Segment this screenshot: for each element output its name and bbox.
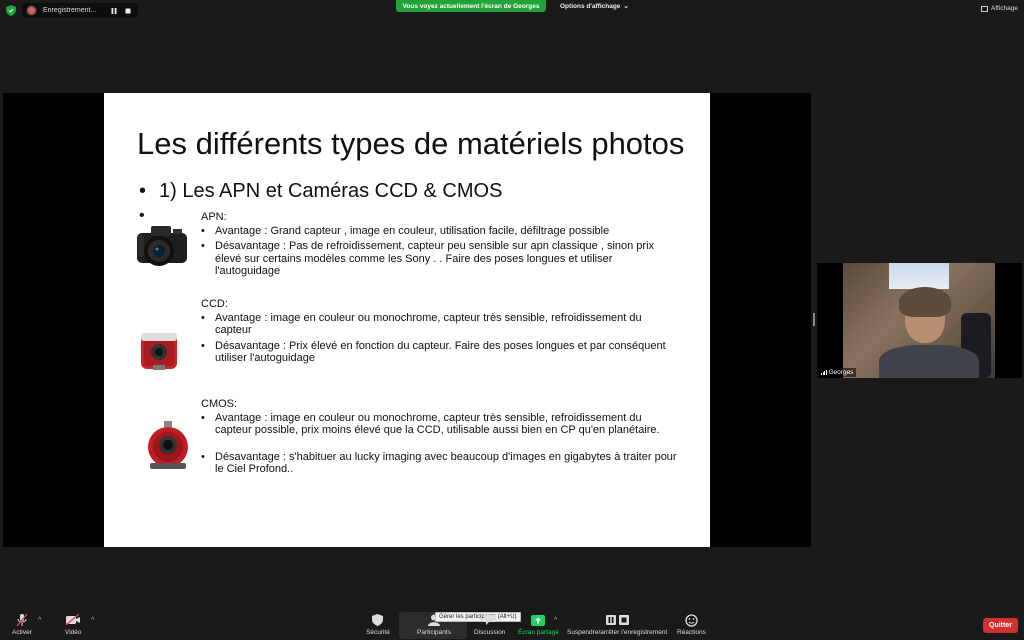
shield-icon[interactable]	[6, 5, 16, 16]
grid-view-icon	[981, 5, 989, 12]
video-background-window	[889, 263, 949, 289]
stop-icon	[125, 8, 131, 13]
participant-name-tag: Georges	[818, 368, 857, 377]
chat-label: Discussion	[474, 629, 506, 636]
zoom-window: Enregistrement... Vous voyez actuellemen…	[0, 0, 1024, 640]
share-options-caret-icon[interactable]: ^	[554, 617, 557, 624]
recording-label: Enregistrement...	[43, 7, 97, 14]
signal-strength-icon	[821, 370, 827, 375]
pause-icon	[111, 7, 117, 14]
cmos-section: CMOS: Avantage : image en couleur ou mon…	[201, 398, 679, 479]
unmute-button[interactable]: Activer	[12, 613, 32, 636]
pause-icon	[605, 615, 616, 625]
list-item: Désavantage : Pas de refroidissement, ca…	[201, 240, 679, 278]
shared-screen: Les différents types de matériels photos…	[3, 93, 811, 547]
chat-icon	[483, 615, 496, 625]
video-label: Vidéo	[65, 629, 82, 636]
slide-subtitle-text: 1) Les APN et Caméras CCD & CMOS	[159, 180, 503, 202]
participant-video-feed	[843, 263, 995, 378]
security-button[interactable]: Sécurité	[366, 613, 390, 636]
quit-button[interactable]: Quitter	[983, 618, 1018, 633]
recording-control-button[interactable]: Suspendre/arrêter l'enregistrement	[567, 613, 667, 636]
slide-subtitle: • 1) Les APN et Caméras CCD & CMOS	[139, 180, 503, 202]
ccd-header: CCD:	[201, 298, 228, 310]
slide-title: Les différents types de matériels photos	[137, 126, 685, 161]
cmos-header: CMOS:	[201, 398, 238, 410]
security-label: Sécurité	[366, 629, 390, 636]
ccd-camera-icon	[141, 333, 177, 370]
chevron-down-icon: ⌄	[623, 3, 629, 10]
share-screen-label: Écran partagé	[518, 629, 559, 636]
list-item: Avantage : image en couleur ou monochrom…	[201, 312, 679, 337]
pause-recording-button[interactable]	[110, 7, 118, 15]
share-screen-icon	[531, 614, 546, 626]
stop-recording-button[interactable]	[124, 7, 132, 15]
video-camera-off-icon	[65, 614, 81, 626]
list-item: Désavantage : s'habituer au lucky imagin…	[201, 451, 679, 476]
cmos-camera-icon	[148, 421, 188, 469]
audio-options-caret-icon[interactable]: ^	[38, 617, 41, 624]
list-item: Désavantage : Prix élevé en fonction du …	[201, 340, 679, 365]
reactions-label: Réactions	[677, 629, 706, 636]
viewing-screen-banner: Vous voyez actuellement l'écran de Georg…	[396, 0, 546, 12]
video-button[interactable]: Vidéo	[65, 613, 82, 636]
participants-label: Participants	[417, 629, 451, 636]
layout-button[interactable]: Affichage	[981, 5, 1018, 12]
cmos-list: Avantage : image en couleur ou monochrom…	[201, 412, 679, 476]
layout-button-label: Affichage	[991, 5, 1018, 12]
participant-video-tile[interactable]: Georges	[817, 263, 1022, 378]
apn-section: APN: Avantage : Grand capteur , image en…	[201, 211, 679, 281]
list-item: Avantage : image en couleur ou monochrom…	[201, 412, 679, 437]
reactions-icon	[685, 613, 698, 627]
ccd-section: CCD: Avantage : image en couleur ou mono…	[201, 298, 679, 368]
chat-button[interactable]: Discussion	[474, 613, 505, 636]
presentation-slide: Les différents types de matériels photos…	[104, 93, 710, 547]
recording-indicator: Enregistrement...	[22, 3, 138, 18]
panel-resize-handle[interactable]	[813, 313, 815, 326]
shield-icon	[372, 614, 384, 626]
apn-list: Avantage : Grand capteur , image en coul…	[201, 225, 679, 278]
participant-name: Georges	[828, 369, 854, 376]
recording-control-label: Suspendre/arrêter l'enregistrement	[567, 629, 668, 636]
dslr-camera-icon	[137, 226, 187, 266]
apn-header: APN:	[201, 211, 227, 223]
share-screen-button[interactable]: Écran partagé	[518, 613, 559, 636]
reactions-button[interactable]: Réactions	[677, 613, 706, 636]
stop-icon	[618, 615, 629, 625]
video-person-hair	[899, 287, 951, 317]
recording-icon	[28, 7, 35, 14]
view-options-button[interactable]: Options d'affichage ⌄	[552, 0, 637, 12]
list-item: Avantage : Grand capteur , image en coul…	[201, 225, 679, 238]
unmute-label: Activer	[12, 629, 32, 636]
video-person-shirt	[879, 345, 979, 378]
view-options-label: Options d'affichage	[560, 2, 621, 10]
ccd-list: Avantage : image en couleur ou monochrom…	[201, 312, 679, 365]
microphone-muted-icon	[16, 613, 28, 627]
video-options-caret-icon[interactable]: ^	[91, 617, 94, 624]
